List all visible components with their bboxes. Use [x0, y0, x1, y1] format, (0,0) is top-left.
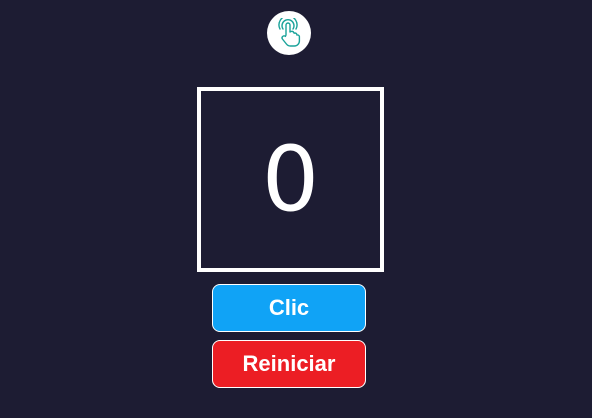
pointer-hand-tap-icon — [278, 18, 301, 47]
click-button[interactable]: Clic — [212, 284, 366, 332]
counter-value: 0 — [261, 126, 320, 232]
reset-button[interactable]: Reiniciar — [212, 340, 366, 388]
app-logo — [267, 11, 311, 55]
counter-display: 0 — [197, 87, 384, 272]
